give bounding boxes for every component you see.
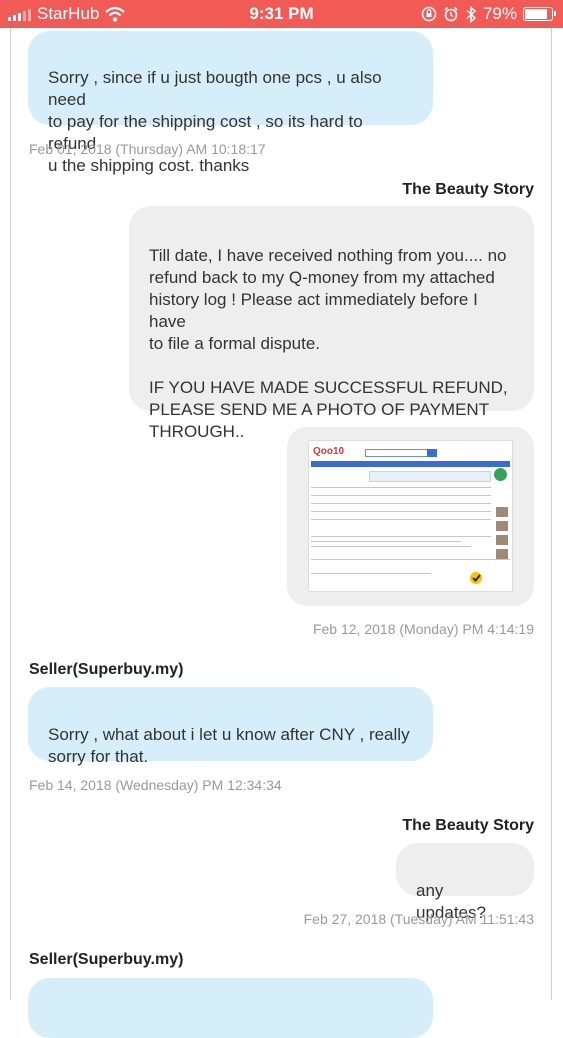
message-text: Sorry , what about i let u know after CN… (48, 725, 410, 766)
thumb-line (311, 495, 491, 496)
norton-seal-icon (470, 572, 482, 584)
thumb-panel (369, 471, 491, 482)
sender-name: Seller(Superbuy.my) (29, 951, 184, 968)
thumb-nav-bar (311, 461, 510, 467)
outgoing-message-bubble: Till date, I have received nothing from … (129, 206, 534, 441)
thumb-product-image (496, 535, 508, 545)
thumb-line (311, 546, 471, 547)
thumb-search-box (365, 449, 429, 457)
thumb-line (311, 536, 491, 537)
sender-name: Seller(Superbuy.my) (29, 661, 184, 678)
thumb-search-button (427, 449, 437, 457)
thumb-product-image (496, 507, 508, 517)
thumb-badge-icon (494, 468, 507, 481)
message-text: Sorry , since if u just bougth one pcs ,… (48, 68, 382, 175)
lock-rotation-icon (421, 6, 437, 22)
battery-percent: 79% (482, 4, 517, 23)
left-border (10, 28, 11, 1000)
sender-name: The Beauty Story (402, 181, 534, 198)
thumb-line (311, 487, 491, 488)
image-message-bubble[interactable]: Qoo10 (287, 427, 534, 606)
message-timestamp: Feb 01, 2018 (Thursday) AM 10:18:17 (29, 141, 266, 157)
incoming-message-bubble: Sorry , since if u just bougth one pcs ,… (28, 31, 433, 175)
thumb-product-image (496, 521, 508, 531)
thumb-line (311, 503, 491, 504)
message-timestamp: Feb 27, 2018 (Tuesday) AM 11:51:43 (303, 911, 534, 927)
thumb-line (311, 573, 431, 574)
alarm-icon (444, 6, 458, 22)
message-timestamp: Feb 14, 2018 (Wednesday) PM 12:34:34 (29, 777, 282, 793)
thumb-line (311, 559, 510, 560)
thumb-line (311, 511, 491, 512)
incoming-message-bubble (28, 978, 433, 1038)
attached-screenshot-thumbnail[interactable]: Qoo10 (308, 440, 513, 592)
status-bar: StarHub 9:31 PM 79% (0, 0, 563, 28)
bluetooth-icon (466, 5, 477, 23)
qoo10-logo-text: Qoo10 (313, 446, 345, 457)
right-border (551, 28, 552, 1000)
message-text: Till date, I have received nothing from … (149, 246, 508, 441)
message-timestamp: Feb 12, 2018 (Monday) PM 4:14:19 (312, 621, 534, 637)
battery-icon (523, 7, 556, 21)
sender-name: The Beauty Story (402, 817, 534, 834)
thumb-line (311, 541, 461, 542)
battery-fill (525, 9, 548, 19)
status-right: 79% (421, 4, 556, 24)
thumb-product-image (496, 549, 508, 559)
incoming-message-bubble: Sorry , what about i let u know after CN… (28, 687, 433, 766)
outgoing-message-bubble: any updates? (396, 843, 534, 922)
thumb-line (311, 519, 491, 520)
